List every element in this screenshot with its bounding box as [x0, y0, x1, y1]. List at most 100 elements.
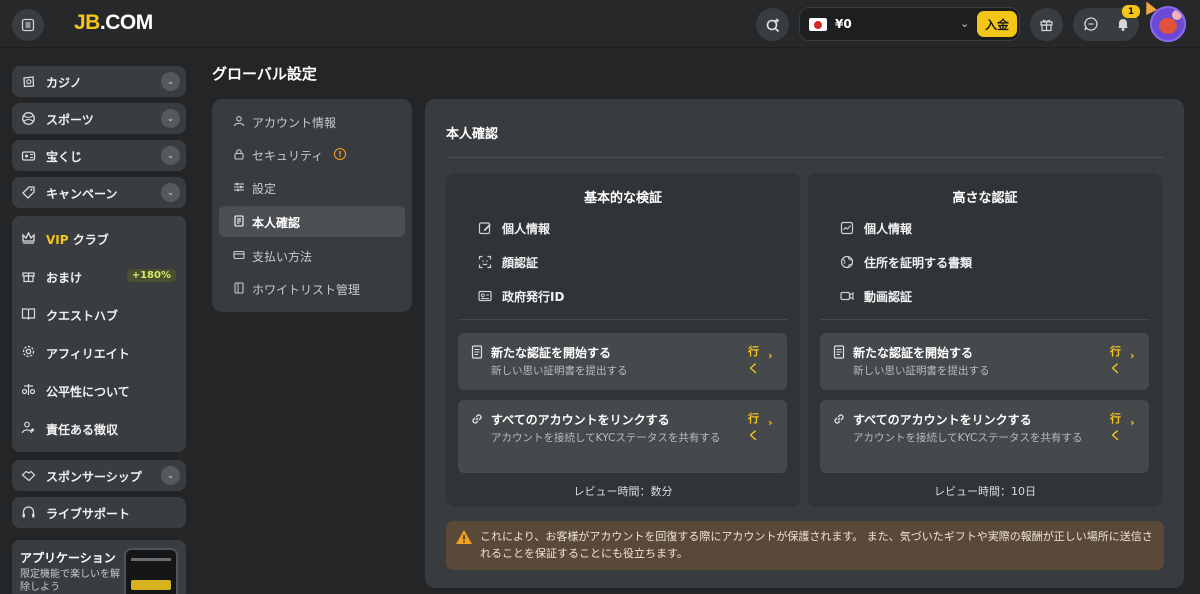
face-scan-icon [478, 255, 492, 269]
go-link[interactable]: 行く [748, 410, 760, 444]
chevron-down-icon[interactable]: ⌄ [161, 466, 180, 485]
site-logo[interactable]: JB.COM [74, 11, 153, 35]
action-subtitle: アカウントを接続してKYCステータスを共有する [853, 432, 1083, 444]
sidebar-item-label: ライブサポート [46, 507, 131, 521]
sidebar-item-label: カジノ [46, 76, 82, 90]
logo-jb: JB [74, 11, 100, 34]
sliders-icon [233, 181, 245, 193]
crown-icon [21, 230, 36, 245]
menu-button[interactable] [12, 9, 44, 41]
section-title: 本人確認 [446, 127, 499, 142]
sidebar-item-label: おまけ [46, 271, 83, 285]
handshake-icon [21, 468, 36, 483]
menu-icon [21, 18, 35, 32]
settings-nav-account-info[interactable]: アカウント情報 [219, 106, 405, 137]
requirement-label: 動画認証 [864, 290, 913, 304]
sidebar-item-bonus[interactable]: おまけ +180% [12, 260, 186, 292]
tag-icon [21, 185, 36, 200]
user-icon [233, 115, 245, 127]
book-icon [21, 306, 36, 321]
identity-verification-panel: 本人確認 基本的な検証 個人情報 顔認証 政府発行ID 新たな認証を開始する 新… [425, 99, 1184, 588]
divider [458, 319, 788, 320]
sidebar-item-label: アフィリエイト [46, 347, 130, 361]
lottery-ticket-icon [21, 148, 36, 163]
requirement-label: 住所を証明する書類 [864, 256, 973, 270]
settings-nav-label: ホワイトリスト管理 [252, 283, 361, 297]
person-heart-icon [21, 420, 36, 435]
chat-icon[interactable] [1083, 16, 1099, 32]
casino-chip-icon [21, 74, 36, 89]
advanced-verification-title: 高さな認証 [952, 191, 1018, 206]
sidebar-item-sponsorship[interactable]: スポンサーシップ ⌄ [12, 460, 186, 491]
chevron-down-icon[interactable]: ⌄ [960, 17, 969, 30]
sidebar-item-campaigns[interactable]: キャンペーン ⌄ [12, 177, 186, 208]
app-card-subtitle: 限定機能で楽しいを解除しよう [20, 569, 120, 593]
action-subtitle: 新しい思い証明書を提出する [853, 365, 990, 377]
search-button[interactable] [756, 8, 789, 41]
sidebar-item-fairness[interactable]: 公平性について [12, 374, 186, 406]
page-title: グローバル設定 [212, 65, 317, 83]
rewards-button[interactable] [1030, 8, 1063, 41]
sidebar-item-casino[interactable]: カジノ ⌄ [12, 66, 186, 97]
settings-nav-label: 本人確認 [252, 216, 301, 230]
document-icon [470, 345, 484, 359]
top-bar: JB.COM ¥0 ⌄ 入金 1 [0, 0, 1200, 48]
user-avatar[interactable] [1150, 6, 1186, 42]
chevron-down-icon[interactable]: ⌄ [161, 146, 180, 165]
sidebar-item-sports[interactable]: スポーツ ⌄ [12, 103, 186, 134]
club-label: クラブ [68, 233, 109, 247]
chevron-down-icon[interactable]: ⌄ [161, 72, 180, 91]
settings-nav-whitelist[interactable]: ホワイトリスト管理 [219, 273, 405, 304]
sidebar-item-affiliate[interactable]: アフィリエイト [12, 336, 186, 368]
sidebar-item-label: スポンサーシップ [46, 470, 142, 484]
settings-nav-label: 支払い方法 [252, 250, 313, 264]
sidebar-item-responsible[interactable]: 責任ある徴収 [12, 412, 186, 444]
wallet-selector[interactable]: ¥0 ⌄ 入金 [799, 7, 1020, 41]
link-all-accounts-button[interactable]: すべてのアカウントをリンクする アカウントを接続してKYCステータスを共有する … [458, 400, 787, 473]
id-card-icon [478, 289, 492, 303]
go-link[interactable]: 行く [748, 343, 760, 377]
chevron-down-icon[interactable]: ⌄ [161, 109, 180, 128]
card-icon [233, 249, 245, 261]
settings-nav-preferences[interactable]: 設定 [219, 172, 405, 203]
sidebar-item-label: キャンペーン [46, 187, 118, 201]
wallet-balance: ¥0 [835, 17, 852, 31]
sidebar-group: VIP クラブ おまけ +180% クエストハブ アフィリエイト 公平性について… [12, 216, 186, 452]
sidebar-item-quest-hub[interactable]: クエストハブ [12, 298, 186, 330]
logo-com: .COM [99, 11, 153, 34]
chart-document-icon [840, 221, 854, 235]
review-time: レビュー時間：10日 [934, 485, 1036, 498]
chevron-down-icon[interactable]: ⌄ [161, 183, 180, 202]
app-card-title: アプリケーション [20, 551, 116, 565]
deposit-button[interactable]: 入金 [977, 11, 1017, 37]
notice-text: これにより、お客様がアカウントを回復する際にアカウントが保護されます。 また、気… [480, 530, 1153, 560]
link-all-accounts-button[interactable]: すべてのアカウントをリンクする アカウントを接続してKYCステータスを共有する … [820, 400, 1149, 473]
link-icon [470, 412, 484, 426]
chevron-right-icon: › [768, 416, 773, 429]
sidebar-item-live-support[interactable]: ライブサポート [12, 497, 186, 528]
settings-nav-label: セキュリティ [252, 149, 324, 163]
settings-nav-payment-methods[interactable]: 支払い方法 [219, 240, 405, 271]
go-link[interactable]: 行く [1110, 410, 1122, 444]
account-protection-notice: これにより、お客様がアカウントを回復する際にアカウントが保護されます。 また、気… [446, 521, 1164, 570]
basic-verification-title: 基本的な検証 [583, 191, 662, 206]
sidebar-item-vip-club[interactable]: VIP クラブ [12, 222, 186, 254]
app-download-card[interactable]: アプリケーション 限定機能で楽しいを解除しよう [12, 540, 186, 594]
start-new-verification-button[interactable]: 新たな認証を開始する 新しい思い証明書を提出する 行く › [458, 333, 787, 390]
start-new-verification-button[interactable]: 新たな認証を開始する 新しい思い証明書を提出する 行く › [820, 333, 1149, 390]
bell-icon[interactable] [1115, 16, 1131, 32]
divider [446, 157, 1164, 158]
settings-nav-label: 設定 [252, 182, 277, 196]
basic-verification-card: 基本的な検証 個人情報 顔認証 政府発行ID 新たな認証を開始する 新しい思い証… [446, 173, 800, 507]
sidebar-item-label: 宝くじ [46, 150, 83, 164]
go-link[interactable]: 行く [1110, 343, 1122, 377]
sidebar-item-label: VIP クラブ [46, 231, 109, 248]
action-subtitle: 新しい思い証明書を提出する [491, 365, 628, 377]
headset-icon [21, 505, 36, 520]
chevron-right-icon: › [1130, 349, 1135, 362]
video-camera-icon [840, 289, 854, 303]
settings-nav-security[interactable]: セキュリティ ! [219, 139, 405, 170]
sidebar-item-lottery[interactable]: 宝くじ ⌄ [12, 140, 186, 171]
settings-nav-identity-verification[interactable]: 本人確認 [219, 206, 405, 237]
japan-flag-icon [809, 18, 827, 31]
